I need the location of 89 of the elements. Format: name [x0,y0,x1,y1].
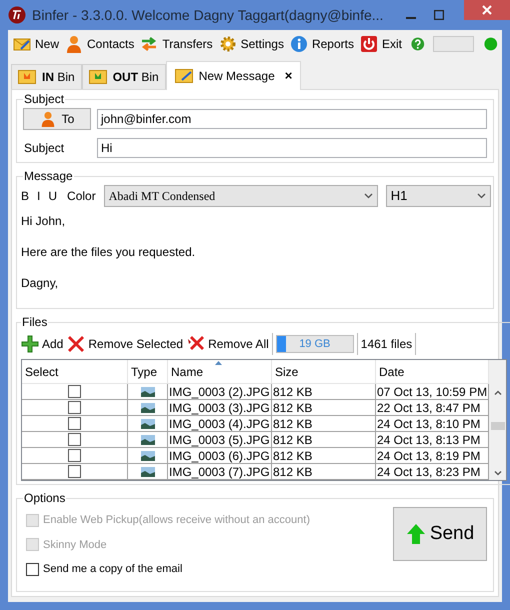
envelope-icon [88,70,107,84]
checkbox[interactable] [68,449,81,462]
file-size-cell: 812 KB [272,416,376,431]
send-button[interactable]: Send [393,507,487,561]
toolbar-button[interactable]: Add [21,333,64,355]
tab[interactable]: OUT Bin [82,64,166,89]
plus-icon [21,335,39,353]
column-header[interactable]: Name [168,360,272,384]
to-button[interactable]: To [23,108,91,130]
file-count: 1461 files [360,336,412,353]
font-dropdown[interactable]: Abadi MT Condensed [104,185,378,207]
close-button[interactable] [464,0,510,20]
file-name-cell: IMG_0003 (7).JPG [168,464,272,479]
group-title: Subject [23,91,66,108]
message-editor[interactable]: Hi John, Here are the files you requested. Dagny, [19,207,491,292]
toolbar-button[interactable]: Remove All [187,333,269,355]
bold-button[interactable]: B [21,187,30,205]
file-size-cell: 812 KB [272,448,376,463]
sort-arrow-icon [215,361,222,365]
toolbar-button[interactable]: Remove Selected [67,333,184,355]
checkbox[interactable] [68,385,81,398]
window-title: Binfer - 3.3.0.0. Welcome Dagny Taggart(dagny@binfe... [32,6,384,25]
file-size-cell: 812 KB [272,432,376,447]
info-icon [290,35,308,53]
group-title: Files [21,314,48,331]
image-file-icon [140,434,154,444]
chevron-down-icon [477,193,486,199]
x-icon [67,335,86,353]
status-light-icon [484,36,498,52]
close-icon [482,5,492,15]
checkbox-option[interactable]: Send me a copy of the email [26,561,393,578]
tab[interactable]: IN Bin [11,64,82,89]
gear-icon [218,35,237,53]
double-x-icon [187,335,206,353]
file-size-cell: 812 KB [272,384,376,399]
group-title: Options [23,490,66,507]
underline-button[interactable]: U [48,187,58,205]
power-icon [360,35,378,53]
chevron-down-icon [364,193,373,199]
envelope-icon [174,69,193,83]
person-icon [65,35,84,53]
column-header[interactable]: Size [272,360,376,384]
column-header[interactable]: Type [128,360,168,384]
recipient-field[interactable]: john@binfer.com [97,109,487,129]
toolbar-button[interactable]: Exit [359,32,404,56]
scroll-down-icon[interactable] [494,471,502,476]
column-header[interactable]: Select [22,360,128,384]
toolbar-button[interactable]: Transfers [139,32,214,56]
scroll-thumb[interactable] [490,422,505,430]
scroll-up-icon[interactable] [494,390,502,395]
checkbox[interactable] [68,401,81,414]
checkbox[interactable] [68,465,81,478]
checkbox[interactable] [68,433,81,446]
arrows-icon [140,35,158,53]
italic-button[interactable]: I [37,187,40,205]
file-name-cell: IMG_0003 (6).JPG [168,448,272,463]
toolbar-button[interactable]: Reports [288,32,355,56]
color-button[interactable]: Color [67,187,96,205]
arrow-up-icon [406,523,426,545]
image-file-icon [140,450,154,460]
file-size-cell: 812 KB [272,400,376,415]
tab[interactable]: New Message × [166,61,302,90]
image-file-icon [140,386,154,396]
group-title: Message [23,168,74,185]
subject-field[interactable]: Hi [97,138,487,158]
person-icon [40,111,56,127]
maximize-icon[interactable] [434,10,444,20]
help-icon[interactable] [411,36,425,52]
checkbox[interactable] [68,417,81,430]
image-file-icon [140,466,154,476]
file-name-cell: IMG_0003 (3).JPG [168,400,272,415]
status-field [432,36,474,52]
close-tab-button[interactable]: × [284,66,292,86]
scrollbar[interactable] [489,360,506,480]
envelope-icon [18,70,36,84]
app-logo-icon [8,6,26,24]
checkbox[interactable] [26,562,39,576]
subject-label: Subject [23,140,66,157]
file-name-cell: IMG_0003 (4).JPG [168,416,272,431]
storage-label: 19 GB [298,336,332,352]
image-file-icon [140,418,154,428]
toolbar-button[interactable]: Contacts [64,32,136,56]
file-name-cell: IMG_0003 (5).JPG [168,432,272,447]
file-name-cell: IMG_0003 (2).JPG [168,384,272,399]
heading-dropdown[interactable]: H1 [386,185,491,207]
toolbar-button[interactable]: Settings [218,32,285,56]
image-file-icon [140,402,154,412]
toolbar-button[interactable]: New [12,32,60,56]
file-size-cell: 812 KB [272,464,376,479]
